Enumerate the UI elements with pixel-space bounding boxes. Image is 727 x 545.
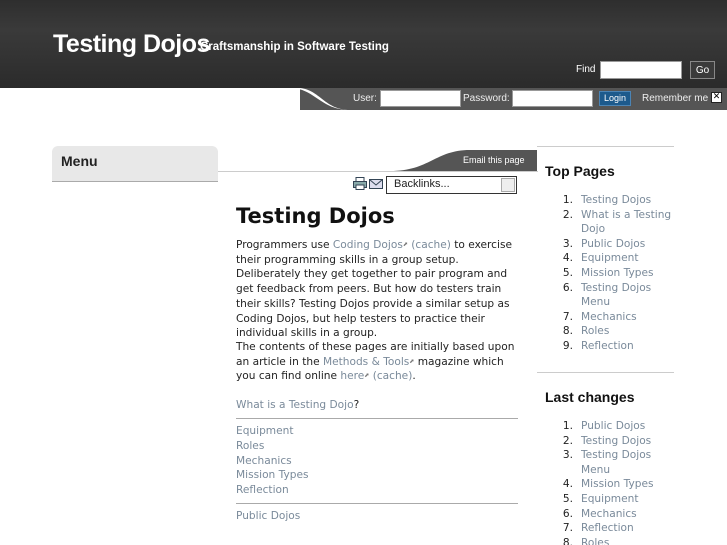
list-item[interactable]: 7. Reflection [553,521,678,536]
last-changes-rule [537,372,674,373]
external-link-icon: ⬈ [364,372,370,380]
list-item[interactable]: 7. Mechanics [553,310,678,325]
user-label: User: [353,93,377,104]
list-item[interactable]: 4. Equipment [553,251,678,266]
list-item[interactable]: 2. What is a Testing Dojo [553,208,678,237]
nav-divider [236,418,518,419]
find-label: Find [576,64,596,75]
list-item[interactable]: 1. Testing Dojos [553,193,678,208]
password-field[interactable] [512,90,593,107]
list-item[interactable]: 6. Testing Dojos Menu [553,281,678,310]
list-item[interactable]: 9. Reflection [553,339,678,354]
menu-title: Menu [61,153,98,169]
last-changes-list: 1. Public Dojos 2. Testing Dojos 3. Testing… [553,419,678,545]
list-item[interactable]: 5. Equipment [553,492,678,507]
print-icon[interactable] [353,177,367,190]
password-label: Password: [463,93,510,104]
methods-tools-link[interactable]: Methods & Tools [323,356,409,368]
nav-item-public-dojos[interactable]: Public Dojos [236,510,300,522]
list-item[interactable]: 8. Roles [553,536,678,545]
top-pages-title: Top Pages [545,163,615,179]
coding-dojos-link[interactable]: Coding Dojos [333,239,403,251]
nav-item-mechanics[interactable]: Mechanics [236,455,292,467]
remember-me-checkbox[interactable]: ✕ [711,92,722,103]
nav-item-roles[interactable]: Roles [236,440,264,452]
list-item[interactable]: 1. Public Dojos [553,419,678,434]
top-pages-rule [537,146,674,147]
chevron-down-icon[interactable] [501,178,515,192]
source-text-c: . [412,370,416,383]
nav-question-mark: ? [353,399,360,411]
list-item[interactable]: 5. Mission Types [553,266,678,281]
content-top-rule [218,171,538,172]
site-slogan: Craftsmanship in Software Testing [200,41,389,53]
menu-panel: Menu [52,146,218,182]
list-item[interactable]: 3. Testing Dojos Menu [553,448,678,477]
site-title[interactable]: Testing Dojos [53,30,210,59]
username-field[interactable] [380,90,461,107]
here-cache-link[interactable]: (cache) [373,370,413,382]
nav-item-reflection[interactable]: Reflection [236,484,289,496]
coding-dojos-cache-link[interactable]: (cache) [411,239,451,251]
intro-text-a: Programmers use [236,239,333,251]
list-item[interactable]: 6. Mechanics [553,507,678,522]
backlinks-value: Backlinks... [394,178,450,190]
here-link[interactable]: here [340,370,364,382]
site-header: Testing Dojos Craftsmanship in Software … [0,0,727,88]
login-button[interactable]: Login [599,91,631,106]
external-link-icon: ⬈ [402,241,408,248]
list-item[interactable]: 8. Roles [553,324,678,339]
nav-item-equipment[interactable]: Equipment [236,425,294,437]
intro-text-b: to exercise their programming skills in … [236,239,512,340]
nav-divider [236,503,518,504]
mail-icon[interactable] [369,177,383,190]
page-title: Testing Dojos [236,204,395,228]
last-changes-title: Last changes [545,389,635,405]
search-input[interactable] [600,61,682,79]
nav-what-is-link[interactable]: What is a Testing Dojo [236,399,354,411]
remember-me-label: Remember me [642,93,709,104]
nav-what-is-testing-dojo: What is a Testing Dojo? [236,399,359,411]
list-item[interactable]: 3. Public Dojos [553,237,678,252]
list-item[interactable]: 4. Mission Types [553,477,678,492]
search-go-button[interactable]: Go [690,61,715,79]
email-page-link[interactable]: Email this page [463,155,525,165]
login-strip-curve [290,88,350,110]
list-item[interactable]: 2. Testing Dojos [553,434,678,449]
source-paragraph: The contents of these pages are initiall… [236,340,521,384]
top-pages-list: 1. Testing Dojos 2. What is a Testing Dojo… [553,193,678,354]
backlinks-select[interactable]: Backlinks... [386,176,517,194]
intro-paragraph: Programmers use Coding Dojos⬈ (cache) to… [236,238,521,341]
nav-item-mission-types[interactable]: Mission Types [236,469,308,481]
